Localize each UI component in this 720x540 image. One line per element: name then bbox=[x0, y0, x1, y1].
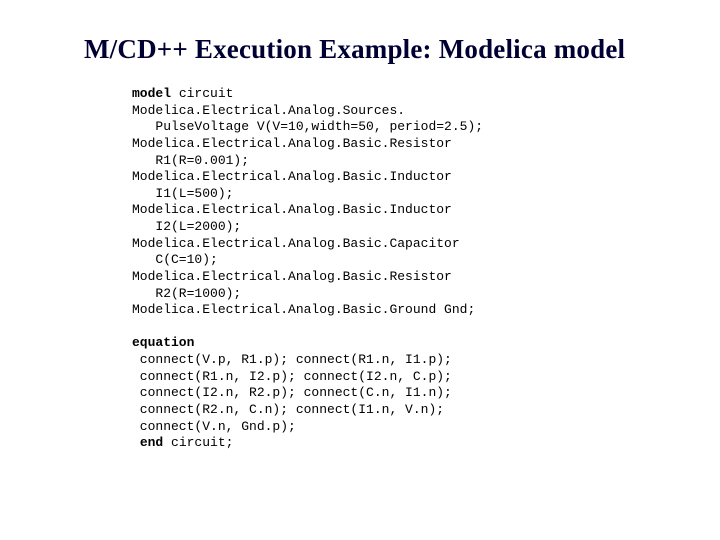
code-line: circuit; bbox=[163, 435, 233, 450]
code-line: connect(V.p, R1.p); connect(R1.n, I1.p); bbox=[132, 352, 452, 367]
code-line: Modelica.Electrical.Analog.Basic.Ground … bbox=[132, 302, 475, 317]
code-line: Modelica.Electrical.Analog.Sources. bbox=[132, 103, 405, 118]
code-line: R1(R=0.001); bbox=[132, 153, 249, 168]
code-line: circuit bbox=[171, 86, 233, 101]
code-line: Modelica.Electrical.Analog.Basic.Resisto… bbox=[132, 136, 452, 151]
code-block: model circuit Modelica.Electrical.Analog… bbox=[132, 86, 592, 452]
code-line: C(C=10); bbox=[132, 252, 218, 267]
keyword-equation: equation bbox=[132, 335, 194, 350]
keyword-model: model bbox=[132, 86, 171, 101]
code-line: PulseVoltage V(V=10,width=50, period=2.5… bbox=[132, 119, 483, 134]
code-line bbox=[132, 435, 140, 450]
code-line: I2(L=2000); bbox=[132, 219, 241, 234]
code-line: Modelica.Electrical.Analog.Basic.Inducto… bbox=[132, 169, 452, 184]
keyword-end: end bbox=[140, 435, 163, 450]
code-line: connect(I2.n, R2.p); connect(C.n, I1.n); bbox=[132, 385, 452, 400]
slide-title: M/CD++ Execution Example: Modelica model bbox=[84, 34, 720, 65]
code-line: Modelica.Electrical.Analog.Basic.Inducto… bbox=[132, 202, 452, 217]
code-line: R2(R=1000); bbox=[132, 286, 241, 301]
slide: M/CD++ Execution Example: Modelica model… bbox=[0, 0, 720, 540]
code-line: I1(L=500); bbox=[132, 186, 233, 201]
code-line: connect(V.n, Gnd.p); bbox=[132, 419, 296, 434]
code-line: Modelica.Electrical.Analog.Basic.Resisto… bbox=[132, 269, 452, 284]
code-line: connect(R2.n, C.n); connect(I1.n, V.n); bbox=[132, 402, 444, 417]
code-line: connect(R1.n, I2.p); connect(I2.n, C.p); bbox=[132, 369, 452, 384]
code-line: Modelica.Electrical.Analog.Basic.Capacit… bbox=[132, 236, 460, 251]
